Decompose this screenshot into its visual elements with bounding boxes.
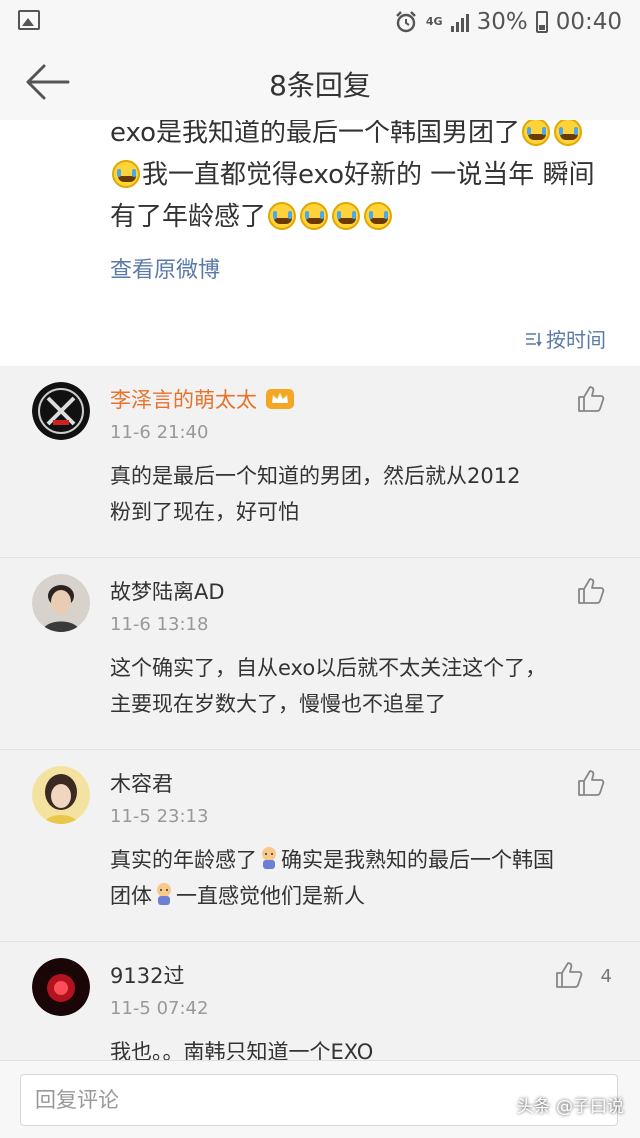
comment-time: 11-5 07:42	[110, 998, 209, 1019]
thumbs-up-icon[interactable]	[576, 576, 606, 606]
sort-icon	[526, 332, 542, 346]
crown-badge-icon	[266, 389, 294, 409]
laugh-cry-emoji-icon	[554, 120, 583, 146]
comment-username[interactable]: 9132过	[110, 960, 184, 990]
thumbs-up-icon[interactable]	[576, 384, 606, 414]
original-post: exo是我知道的最后一个韩国男团了 我一直都觉得exo好新的 一说当年 瞬间 有…	[0, 120, 640, 366]
clock: 00:40	[555, 9, 622, 35]
comment-time: 11-5 23:13	[110, 806, 209, 827]
comment-time: 11-6 13:18	[110, 614, 209, 635]
post-line-1: exo是我知道的最后一个韩国男团了	[110, 120, 620, 154]
thumbs-up-icon[interactable]	[576, 768, 606, 798]
laugh-cry-emoji-icon	[522, 120, 551, 146]
alarm-icon	[396, 11, 416, 33]
network-label: 4G	[425, 15, 443, 28]
watermark: 头条 @子曰说	[516, 1097, 624, 1117]
comment-line: 粉到了现在，好可怕	[110, 500, 299, 524]
battery-percent: 30%	[476, 9, 528, 35]
comment-item: 李泽言的萌太太 11-6 21:40 真的是最后一个知道的男团，然后就从2012…	[0, 366, 640, 558]
comment-username[interactable]: 李泽言的萌太太	[110, 384, 295, 414]
comment-text: 确实是我熟知的最后一个韩国	[281, 848, 554, 872]
laugh-cry-emoji-icon	[364, 202, 393, 230]
comment-text: 团体	[110, 884, 152, 908]
avatar[interactable]	[32, 382, 90, 440]
image-icon	[18, 10, 40, 30]
comment-text: 真实的年龄感了	[110, 848, 257, 872]
sort-label: 按时间	[546, 328, 606, 352]
comment-line: 这个确实了，自从exo以后就不太关注这个了，	[110, 656, 547, 680]
laugh-cry-emoji-icon	[332, 202, 361, 230]
avatar[interactable]	[32, 958, 90, 1016]
battery-icon	[535, 11, 548, 33]
comment-username[interactable]: 木容君	[110, 768, 173, 798]
crying-kid-emoji-icon	[157, 883, 171, 905]
laugh-cry-emoji-icon	[300, 202, 329, 230]
comment-username[interactable]: 故梦陆离AD	[110, 576, 225, 606]
like-count: 4	[600, 966, 612, 987]
avatar[interactable]	[32, 574, 90, 632]
comment-list: 李泽言的萌太太 11-6 21:40 真的是最后一个知道的男团，然后就从2012…	[0, 366, 640, 1134]
avatar[interactable]	[32, 766, 90, 824]
comment-text: 一直感觉他们是新人	[176, 884, 365, 908]
comment-item: 木容君 11-5 23:13 真实的年龄感了 确实是我熟知的最后一个韩国 团体 一直…	[0, 750, 640, 942]
sort-by-time-button[interactable]: 按时间	[524, 324, 606, 353]
comment-item: 故梦陆离AD 11-6 13:18 这个确实了，自从exo以后就不太关注这个了，…	[0, 558, 640, 750]
post-line-2-text: 我一直都觉得exo好新的 一说当年 瞬间	[142, 160, 595, 190]
post-line-3-text: 有了年龄感了	[110, 202, 267, 232]
post-line-3: 有了年龄感了	[110, 196, 620, 238]
laugh-cry-emoji-icon	[268, 202, 297, 230]
status-bar: 4G 30% 00:40	[0, 0, 640, 44]
comment-line: 主要现在岁数大了，慢慢也不追星了	[110, 692, 446, 716]
username-text: 李泽言的萌太太	[110, 388, 257, 412]
view-original-link[interactable]: 查看原微博	[110, 252, 220, 284]
comment-content: 真实的年龄感了 确实是我熟知的最后一个韩国 团体 一直感觉他们是新人	[110, 842, 610, 914]
comment-content: 真的是最后一个知道的男团，然后就从2012 粉到了现在，好可怕	[110, 458, 610, 530]
comment-content: 这个确实了，自从exo以后就不太关注这个了， 主要现在岁数大了，慢慢也不追星了	[110, 650, 610, 722]
crying-kid-emoji-icon	[262, 847, 276, 869]
signal-icon	[450, 12, 469, 32]
laugh-cry-emoji-icon	[112, 160, 140, 188]
comment-time: 11-6 21:40	[110, 422, 209, 443]
status-right: 4G 30% 00:40	[394, 8, 622, 36]
post-text: exo是我知道的最后一个韩国男团了 我一直都觉得exo好新的 一说当年 瞬间 有…	[110, 120, 620, 238]
comment-line: 真实的年龄感了 确实是我熟知的最后一个韩国	[110, 842, 610, 878]
header: 8条回复	[0, 44, 640, 120]
thumbs-up-icon[interactable]	[554, 960, 584, 990]
page-title: 8条回复	[269, 69, 371, 102]
post-line-1-text: exo是我知道的最后一个韩国男团了	[110, 120, 521, 148]
comment-line: 团体 一直感觉他们是新人	[110, 878, 610, 914]
post-line-2: 我一直都觉得exo好新的 一说当年 瞬间	[110, 154, 620, 196]
comment-line: 真的是最后一个知道的男团，然后就从2012	[110, 464, 521, 488]
